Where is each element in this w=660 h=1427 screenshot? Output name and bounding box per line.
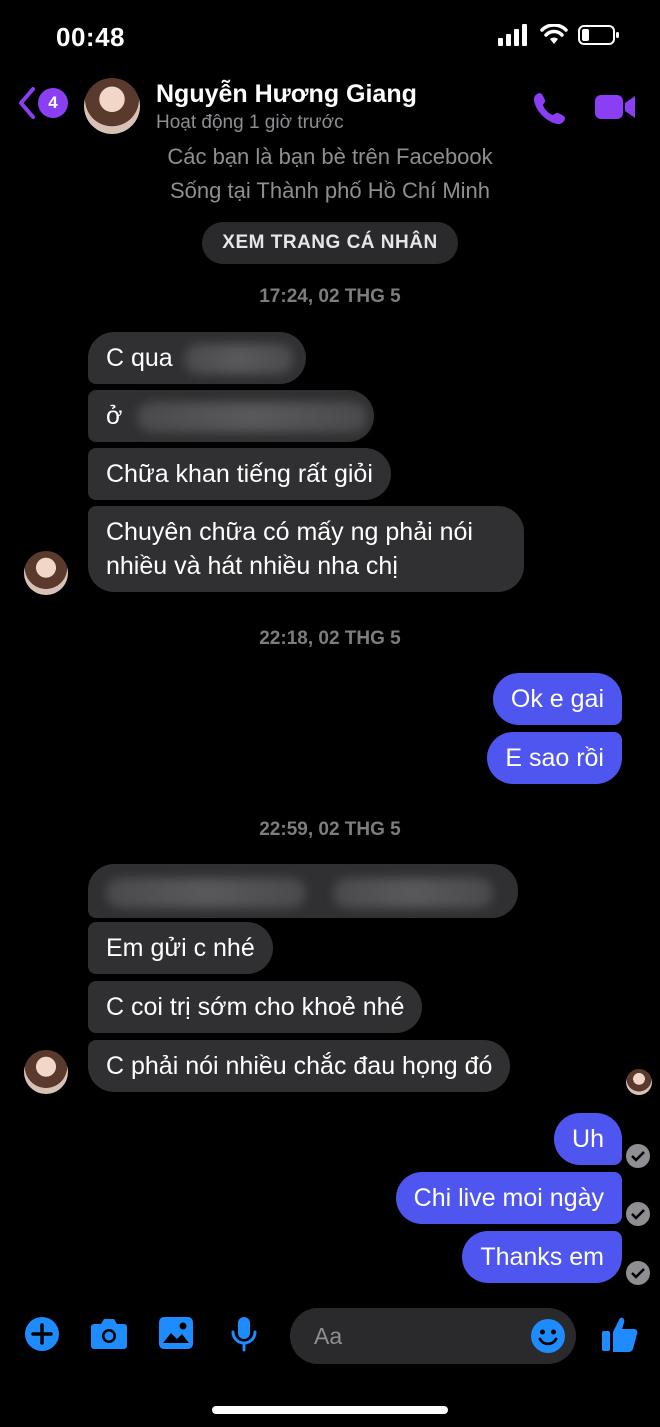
location-info: Sống tại Thành phố Hồ Chí Minh bbox=[169, 178, 491, 203]
delivered-check-icon bbox=[626, 1202, 650, 1226]
message-text: Chữa khan tiếng rất giỏi bbox=[106, 460, 373, 488]
outgoing-message[interactable]: E sao rồi bbox=[487, 732, 622, 784]
message-text: C phải nói nhiều chắc đau họng đó bbox=[106, 1052, 493, 1080]
message-text: Uh bbox=[572, 1125, 604, 1153]
phone-icon[interactable] bbox=[532, 90, 568, 126]
contact-status: Hoạt động 1 giờ trước bbox=[156, 112, 344, 133]
message-text-line: Chuyên chữa có mấy ng phải nói bbox=[106, 518, 473, 546]
redacted-text bbox=[332, 878, 493, 909]
incoming-message[interactable] bbox=[88, 864, 518, 918]
sender-avatar[interactable] bbox=[24, 1050, 68, 1094]
thumbs-up-icon[interactable] bbox=[600, 1314, 640, 1354]
plus-icon[interactable] bbox=[24, 1316, 60, 1352]
status-time: 00:48 bbox=[56, 22, 125, 52]
home-indicator[interactable] bbox=[212, 1406, 448, 1414]
unread-badge: 4 bbox=[38, 88, 68, 118]
outgoing-message[interactable]: Chi live moi ngày bbox=[395, 1172, 622, 1224]
video-camera-icon[interactable] bbox=[594, 92, 636, 122]
chevron-left-icon bbox=[19, 87, 35, 119]
image-icon[interactable] bbox=[158, 1316, 194, 1350]
sender-avatar[interactable] bbox=[24, 551, 68, 595]
incoming-message[interactable]: C coi trị sớm cho khoẻ nhé bbox=[88, 981, 423, 1033]
status-icons bbox=[498, 24, 620, 46]
message-input[interactable]: Aa bbox=[290, 1308, 576, 1364]
battery-icon bbox=[578, 25, 619, 45]
message-text: Em gửi c nhé bbox=[106, 934, 255, 962]
redacted-text bbox=[137, 402, 368, 433]
friend-status: Các bạn là bạn bè trên Facebook bbox=[167, 144, 493, 169]
delivered-check-icon bbox=[626, 1144, 650, 1168]
incoming-message[interactable]: Chuyên chữa có mấy ng phải nói nhiều và … bbox=[88, 506, 524, 592]
emoji-icon[interactable] bbox=[530, 1318, 566, 1354]
wifi-icon bbox=[540, 24, 568, 44]
timestamp: 22:18, 02 THG 5 bbox=[259, 628, 401, 649]
contact-avatar[interactable] bbox=[84, 78, 140, 134]
seen-avatar bbox=[626, 1069, 652, 1095]
redacted-text bbox=[183, 344, 294, 375]
message-text: C coi trị sớm cho khoẻ nhé bbox=[106, 993, 405, 1021]
timestamp: 22:59, 02 THG 5 bbox=[259, 819, 401, 840]
incoming-message[interactable]: C phải nói nhiều chắc đau họng đó bbox=[88, 1040, 511, 1092]
redacted-text bbox=[106, 878, 306, 909]
outgoing-message[interactable]: Thanks em bbox=[462, 1231, 622, 1283]
camera-icon[interactable] bbox=[90, 1316, 128, 1350]
message-text: Ok e gai bbox=[510, 685, 604, 713]
incoming-message[interactable]: ở bbox=[88, 390, 374, 442]
message-text: ở bbox=[106, 402, 123, 430]
message-composer: Aa bbox=[0, 1300, 660, 1370]
message-text: Thanks em bbox=[480, 1243, 604, 1271]
message-text: C qua bbox=[106, 344, 173, 372]
incoming-message[interactable]: C qua bbox=[88, 332, 306, 384]
signal-icon bbox=[498, 24, 527, 46]
input-placeholder: Aa bbox=[314, 1322, 343, 1349]
microphone-icon[interactable] bbox=[230, 1316, 258, 1352]
chat-header: 4 Nguyễn Hương Giang Hoạt động 1 giờ trư… bbox=[0, 70, 660, 150]
timestamp: 17:24, 02 THG 5 bbox=[259, 286, 401, 307]
view-profile-button[interactable]: XEM TRANG CÁ NHÂN bbox=[202, 222, 458, 264]
message-text-line: nhiều và hát nhiều nha chị bbox=[106, 552, 398, 580]
profile-info: Các bạn là bạn bè trên Facebook Sống tại… bbox=[0, 140, 660, 208]
outgoing-message[interactable]: Ok e gai bbox=[492, 673, 622, 725]
incoming-message[interactable]: Chữa khan tiếng rất giỏi bbox=[88, 448, 391, 500]
contact-name[interactable]: Nguyễn Hương Giang bbox=[156, 80, 417, 109]
delivered-check-icon bbox=[626, 1261, 650, 1285]
status-bar: 00:48 bbox=[0, 0, 660, 70]
incoming-message[interactable]: Em gửi c nhé bbox=[88, 922, 273, 974]
message-text: Chi live moi ngày bbox=[413, 1184, 604, 1212]
message-text: E sao rồi bbox=[505, 744, 604, 772]
back-button[interactable]: 4 bbox=[18, 86, 68, 120]
outgoing-message[interactable]: Uh bbox=[554, 1113, 622, 1165]
